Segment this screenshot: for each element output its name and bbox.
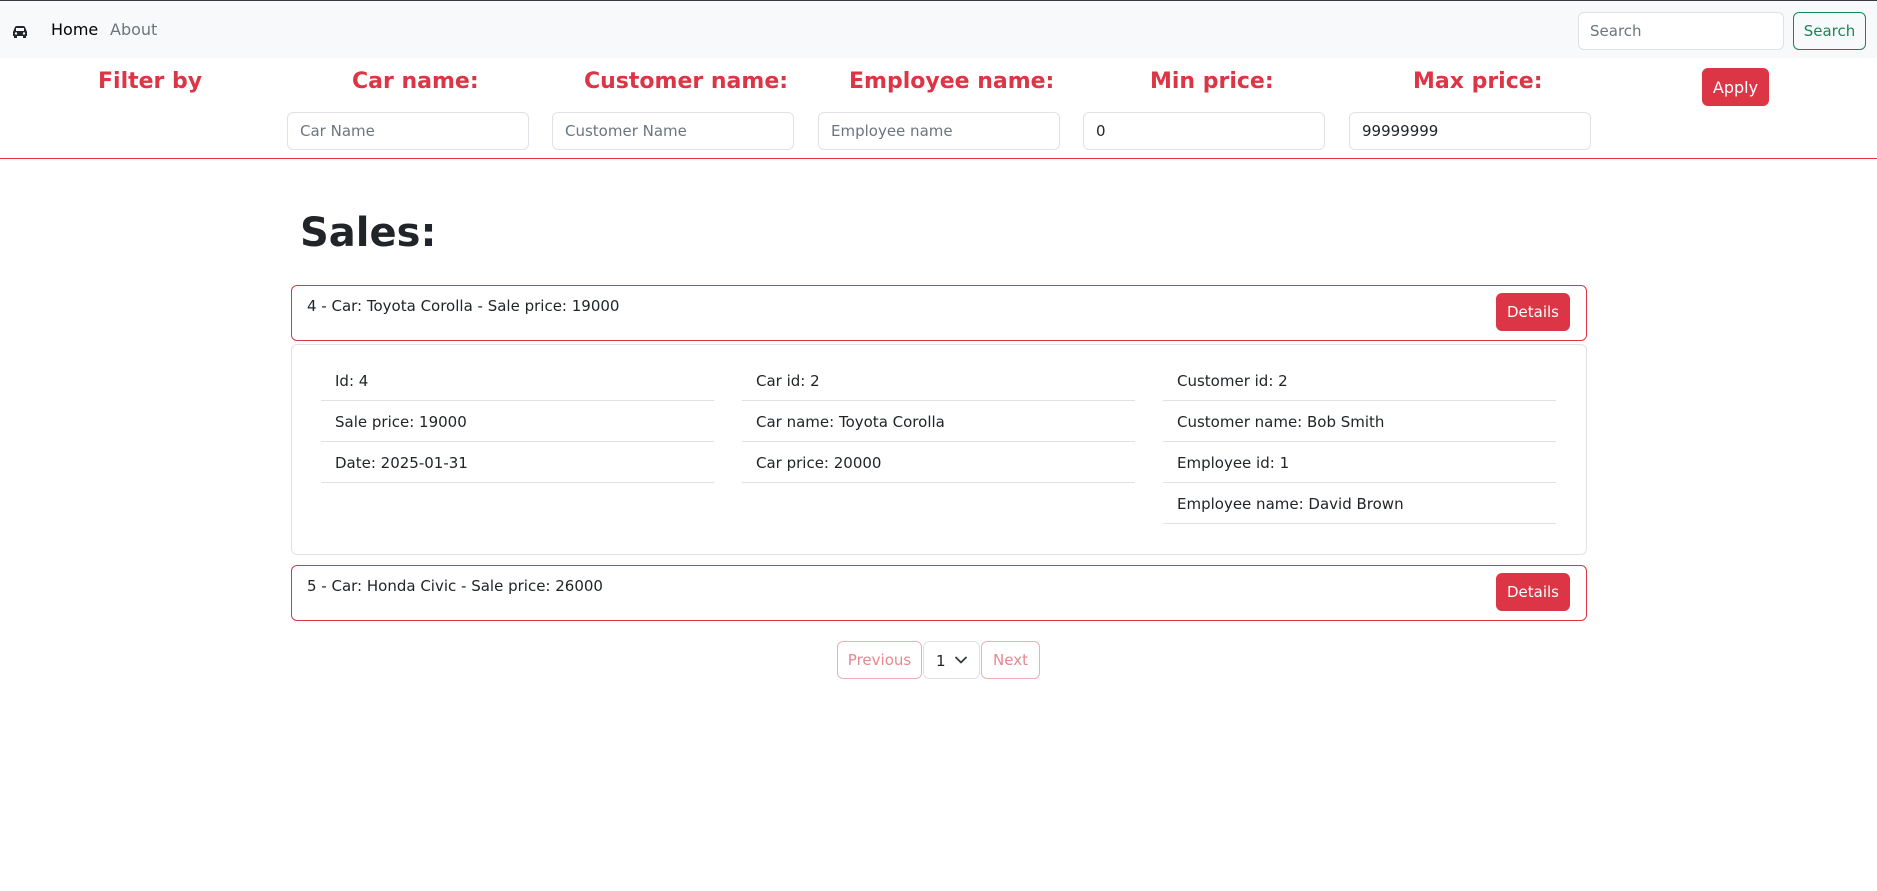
page-select[interactable]: 1 xyxy=(923,641,980,679)
previous-page-button[interactable]: Previous xyxy=(837,641,922,679)
sale-item: 5 - Car: Honda Civic - Sale price: 26000… xyxy=(291,565,1587,621)
sale-item-label: 4 - Car: Toyota Corolla - Sale price: 19… xyxy=(307,297,620,315)
chevron-down-icon xyxy=(955,656,967,664)
max-price-input[interactable] xyxy=(1349,112,1591,150)
sale-item: 4 - Car: Toyota Corolla - Sale price: 19… xyxy=(291,285,1587,341)
details-column-sale: Id: 4 Sale price: 19000 Date: 2025-01-31 xyxy=(321,360,714,483)
detail-employee-id: Employee id: 1 xyxy=(1163,442,1556,483)
customer-name-input[interactable] xyxy=(552,112,794,150)
detail-sale-date: Date: 2025-01-31 xyxy=(321,442,714,483)
sale-details-panel: Id: 4 Sale price: 19000 Date: 2025-01-31… xyxy=(291,344,1587,555)
filter-bar: Filter by Car name: Customer name: Emplo… xyxy=(0,58,1877,159)
detail-car-name: Car name: Toyota Corolla xyxy=(742,401,1135,442)
detail-customer-name: Customer name: Bob Smith xyxy=(1163,401,1556,442)
employee-name-input[interactable] xyxy=(818,112,1060,150)
sale-item-label: 5 - Car: Honda Civic - Sale price: 26000 xyxy=(307,577,603,595)
details-button[interactable]: Details xyxy=(1496,293,1570,331)
nav-link-home[interactable]: Home xyxy=(51,20,98,39)
detail-car-price: Car price: 20000 xyxy=(742,442,1135,483)
details-button[interactable]: Details xyxy=(1496,573,1570,611)
car-icon[interactable] xyxy=(10,21,30,41)
detail-sale-id: Id: 4 xyxy=(321,360,714,401)
detail-employee-name: Employee name: David Brown xyxy=(1163,483,1556,524)
current-page-value: 1 xyxy=(936,652,946,670)
customer-name-label: Customer name: xyxy=(584,69,789,94)
detail-customer-id: Customer id: 2 xyxy=(1163,360,1556,401)
details-column-people: Customer id: 2 Customer name: Bob Smith … xyxy=(1163,360,1556,524)
details-column-car: Car id: 2 Car name: Toyota Corolla Car p… xyxy=(742,360,1135,483)
filter-by-title: Filter by xyxy=(98,69,203,94)
navbar: Home About Search xyxy=(0,0,1877,58)
employee-name-label: Employee name: xyxy=(849,69,1055,94)
min-price-label: Min price: xyxy=(1150,69,1274,94)
search-input[interactable] xyxy=(1578,12,1784,50)
apply-button[interactable]: Apply xyxy=(1702,68,1769,106)
search-button[interactable]: Search xyxy=(1793,12,1866,50)
max-price-label: Max price: xyxy=(1413,69,1543,94)
car-name-input[interactable] xyxy=(287,112,529,150)
min-price-input[interactable] xyxy=(1083,112,1325,150)
next-page-button[interactable]: Next xyxy=(981,641,1040,679)
detail-car-id: Car id: 2 xyxy=(742,360,1135,401)
car-name-label: Car name: xyxy=(352,69,479,94)
nav-link-about[interactable]: About xyxy=(110,20,157,39)
detail-sale-price: Sale price: 19000 xyxy=(321,401,714,442)
page-title: Sales: xyxy=(300,210,437,256)
